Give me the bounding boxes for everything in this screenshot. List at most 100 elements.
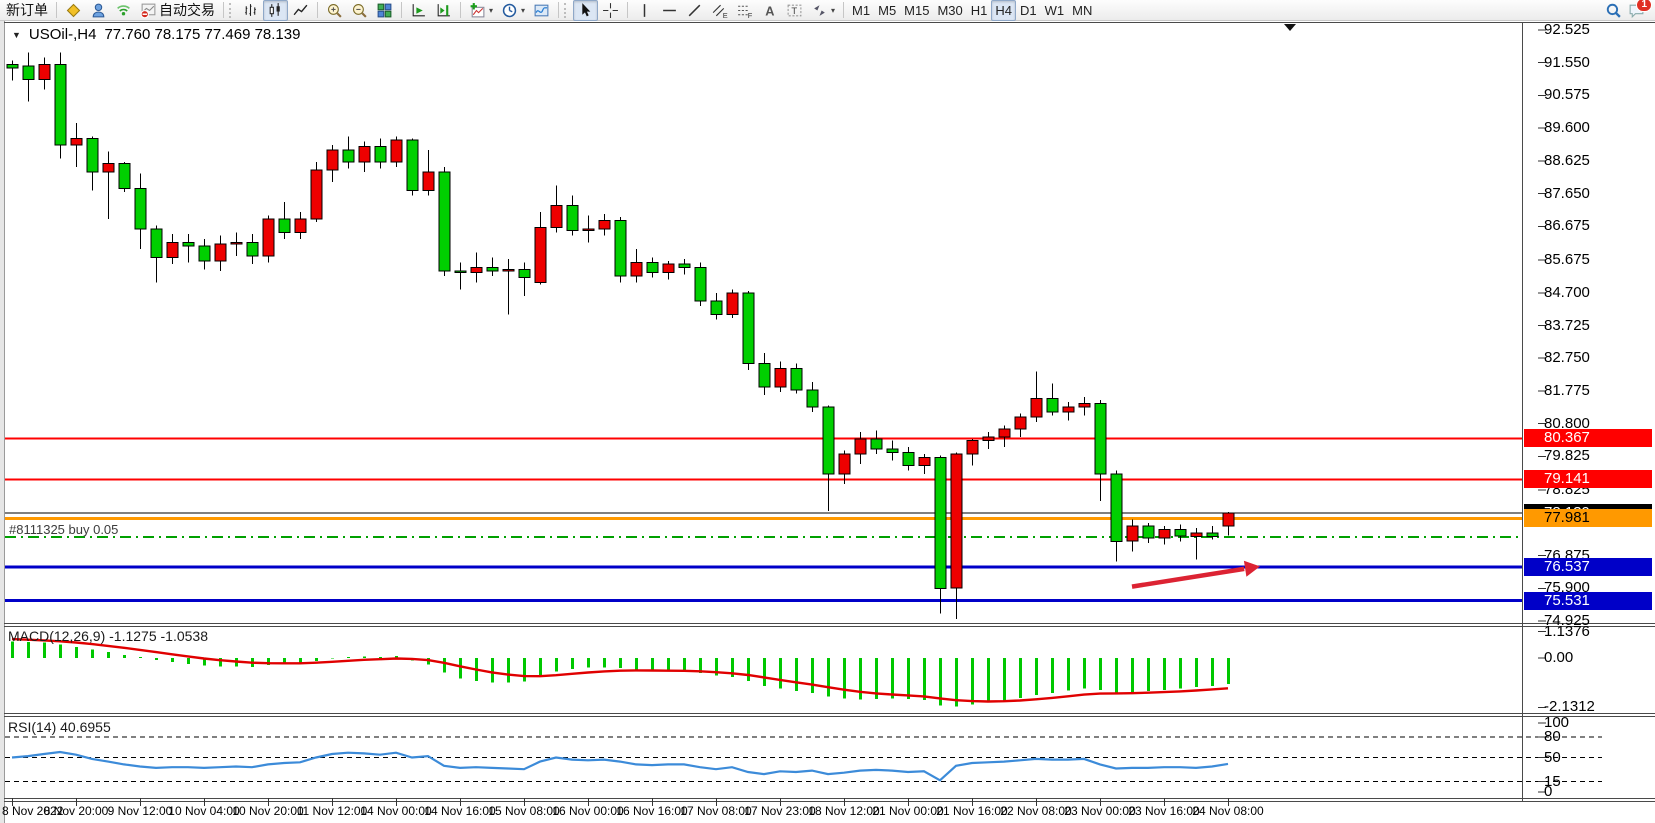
new-order-button[interactable]: 新订单	[2, 0, 52, 21]
time-tick: 16 Nov 00:00	[552, 804, 623, 818]
trend-arrow[interactable]	[1132, 561, 1260, 587]
timeframe-h4-button[interactable]: H4	[991, 0, 1016, 21]
price-tick: 92.525	[1544, 21, 1590, 38]
channel-icon: E	[711, 2, 728, 19]
trendline-button[interactable]	[682, 0, 707, 21]
chart-title: ▼ USOil-,H4 77.760 78.175 77.469 78.139	[12, 26, 300, 43]
cursor-icon	[577, 2, 594, 19]
toolbar-separator	[843, 2, 844, 18]
toolbar: 新订单 自动交易 ▾ ▾ E F AT ▾ M1 M5 M15M30H1H4 D1 W1MN 1	[0, 0, 1655, 21]
price-tick: 82.750	[1544, 349, 1590, 366]
macd-signal-line	[12, 639, 1228, 701]
resistance-line-2-price-label: 79.141	[1524, 470, 1652, 488]
vertical-line-button[interactable]	[632, 0, 657, 21]
zoom-in-button[interactable]	[322, 0, 347, 21]
equidistant-channel-button[interactable]: E	[707, 0, 732, 21]
zoom-in-icon	[326, 2, 343, 19]
toolbar-separator	[558, 2, 559, 18]
zoom-out-button[interactable]	[347, 0, 372, 21]
price-tick: 86.675	[1544, 217, 1590, 234]
toolbar-separator	[223, 2, 224, 18]
macd-tick: 1.1376	[1544, 623, 1590, 640]
orange-level-line-price-label: 77.981	[1524, 509, 1652, 527]
template-icon	[533, 2, 550, 19]
line-chart-button[interactable]	[288, 0, 313, 21]
notification-badge: 1	[1636, 0, 1652, 12]
arrows-icon	[811, 2, 828, 19]
signal-icon	[115, 2, 132, 19]
price-tick: 90.575	[1544, 86, 1590, 103]
horizontal-line-button[interactable]	[657, 0, 682, 21]
timeframe-m5-button[interactable]: M5	[874, 0, 900, 21]
rsi-tick: 80	[1544, 728, 1561, 745]
chart-menu-arrow[interactable]: ▼	[12, 30, 21, 40]
rsi-tick: 50	[1544, 749, 1561, 766]
auto-scroll-button[interactable]	[406, 0, 431, 21]
timeframe-m1-button[interactable]: M1	[848, 0, 874, 21]
text-button[interactable]: A	[757, 0, 782, 21]
price-tick: 81.775	[1544, 382, 1590, 399]
candle-chart-icon	[267, 2, 284, 19]
candles	[7, 53, 1234, 619]
toolbar-separator	[401, 2, 402, 18]
bar-chart-button[interactable]	[238, 0, 263, 21]
macd-tick: -2.1312	[1544, 698, 1595, 715]
timeframe-mn-button[interactable]: MN	[1068, 0, 1096, 21]
time-tick: 9 Nov 12:00	[108, 804, 173, 818]
candlestick-chart-button[interactable]	[263, 0, 288, 21]
timeframe-h1-button[interactable]: H1	[967, 0, 992, 21]
price-tick: 88.625	[1544, 152, 1590, 169]
chart-shift-marker[interactable]	[1284, 24, 1296, 31]
time-tick: 17 Nov 08:00	[680, 804, 751, 818]
auto-trading-button[interactable]: 自动交易	[136, 0, 219, 21]
toolbar-separator	[627, 2, 628, 18]
toolbar-grip	[229, 3, 234, 18]
svg-text:F: F	[748, 10, 753, 18]
new-order-button-label: 新订单	[6, 0, 48, 20]
time-tick: 21 Nov 00:00	[872, 804, 943, 818]
time-tick: 18 Nov 12:00	[808, 804, 879, 818]
time-tick: 14 Nov 00:00	[360, 804, 431, 818]
accounts-button[interactable]	[86, 0, 111, 21]
periods-button[interactable]: ▾	[497, 0, 529, 21]
crosshair-button[interactable]	[598, 0, 623, 21]
support-line-1-price-label: 76.537	[1524, 558, 1652, 576]
fibonacci-button[interactable]: F	[732, 0, 757, 21]
templates-button[interactable]	[529, 0, 554, 21]
timeframe-h4-button-label: H4	[995, 3, 1012, 18]
autotrade-icon	[140, 2, 157, 19]
cursor-button[interactable]	[573, 0, 598, 21]
macd-indicator-label: MACD(12,26,9) -1.1275 -1.0538	[8, 628, 208, 644]
price-tick: 79.825	[1544, 447, 1590, 464]
arrows-button[interactable]: ▾	[807, 0, 839, 21]
tile-windows-button[interactable]	[372, 0, 397, 21]
notifications-button[interactable]: 1	[1628, 2, 1645, 19]
timeframe-w1-button[interactable]: W1	[1041, 0, 1069, 21]
chevron-down-icon: ▾	[489, 6, 493, 15]
time-tick: 23 Nov 16:00	[1128, 804, 1199, 818]
svg-text:A: A	[765, 3, 774, 18]
time-tick: 8 Nov 20:00	[44, 804, 109, 818]
chevron-down-icon: ▾	[831, 6, 835, 15]
timeframe-m1-button-label: M1	[852, 3, 870, 18]
chart-canvas[interactable]	[0, 0, 1655, 823]
timeframe-m5-button-label: M5	[878, 3, 896, 18]
time-tick: 23 Nov 00:00	[1064, 804, 1135, 818]
chart-shift-button[interactable]	[431, 0, 456, 21]
resistance-line-1-price-label: 80.367	[1524, 429, 1652, 447]
crosshair-icon	[602, 2, 619, 19]
chevron-down-icon: ▾	[521, 6, 525, 15]
timeframe-m15-button[interactable]: M15	[900, 0, 933, 21]
quotes-button[interactable]	[61, 0, 86, 21]
indicators-button[interactable]: ▾	[465, 0, 497, 21]
timeframe-m30-button[interactable]: M30	[933, 0, 966, 21]
timeframe-d1-button[interactable]: D1	[1016, 0, 1041, 21]
signal-button[interactable]	[111, 0, 136, 21]
timeframe-w1-button-label: W1	[1045, 3, 1065, 18]
text-label-button[interactable]: T	[782, 0, 807, 21]
profile-icon	[90, 2, 107, 19]
macd-histogram	[13, 641, 1229, 706]
search-button[interactable]	[1605, 2, 1622, 19]
mt4-window: 新订单 自动交易 ▾ ▾ E F AT ▾ M1 M5 M15M30H1H4 D1 W1MN 1 ▼ US…	[0, 0, 1655, 823]
rsi-tick: 0	[1544, 783, 1552, 800]
